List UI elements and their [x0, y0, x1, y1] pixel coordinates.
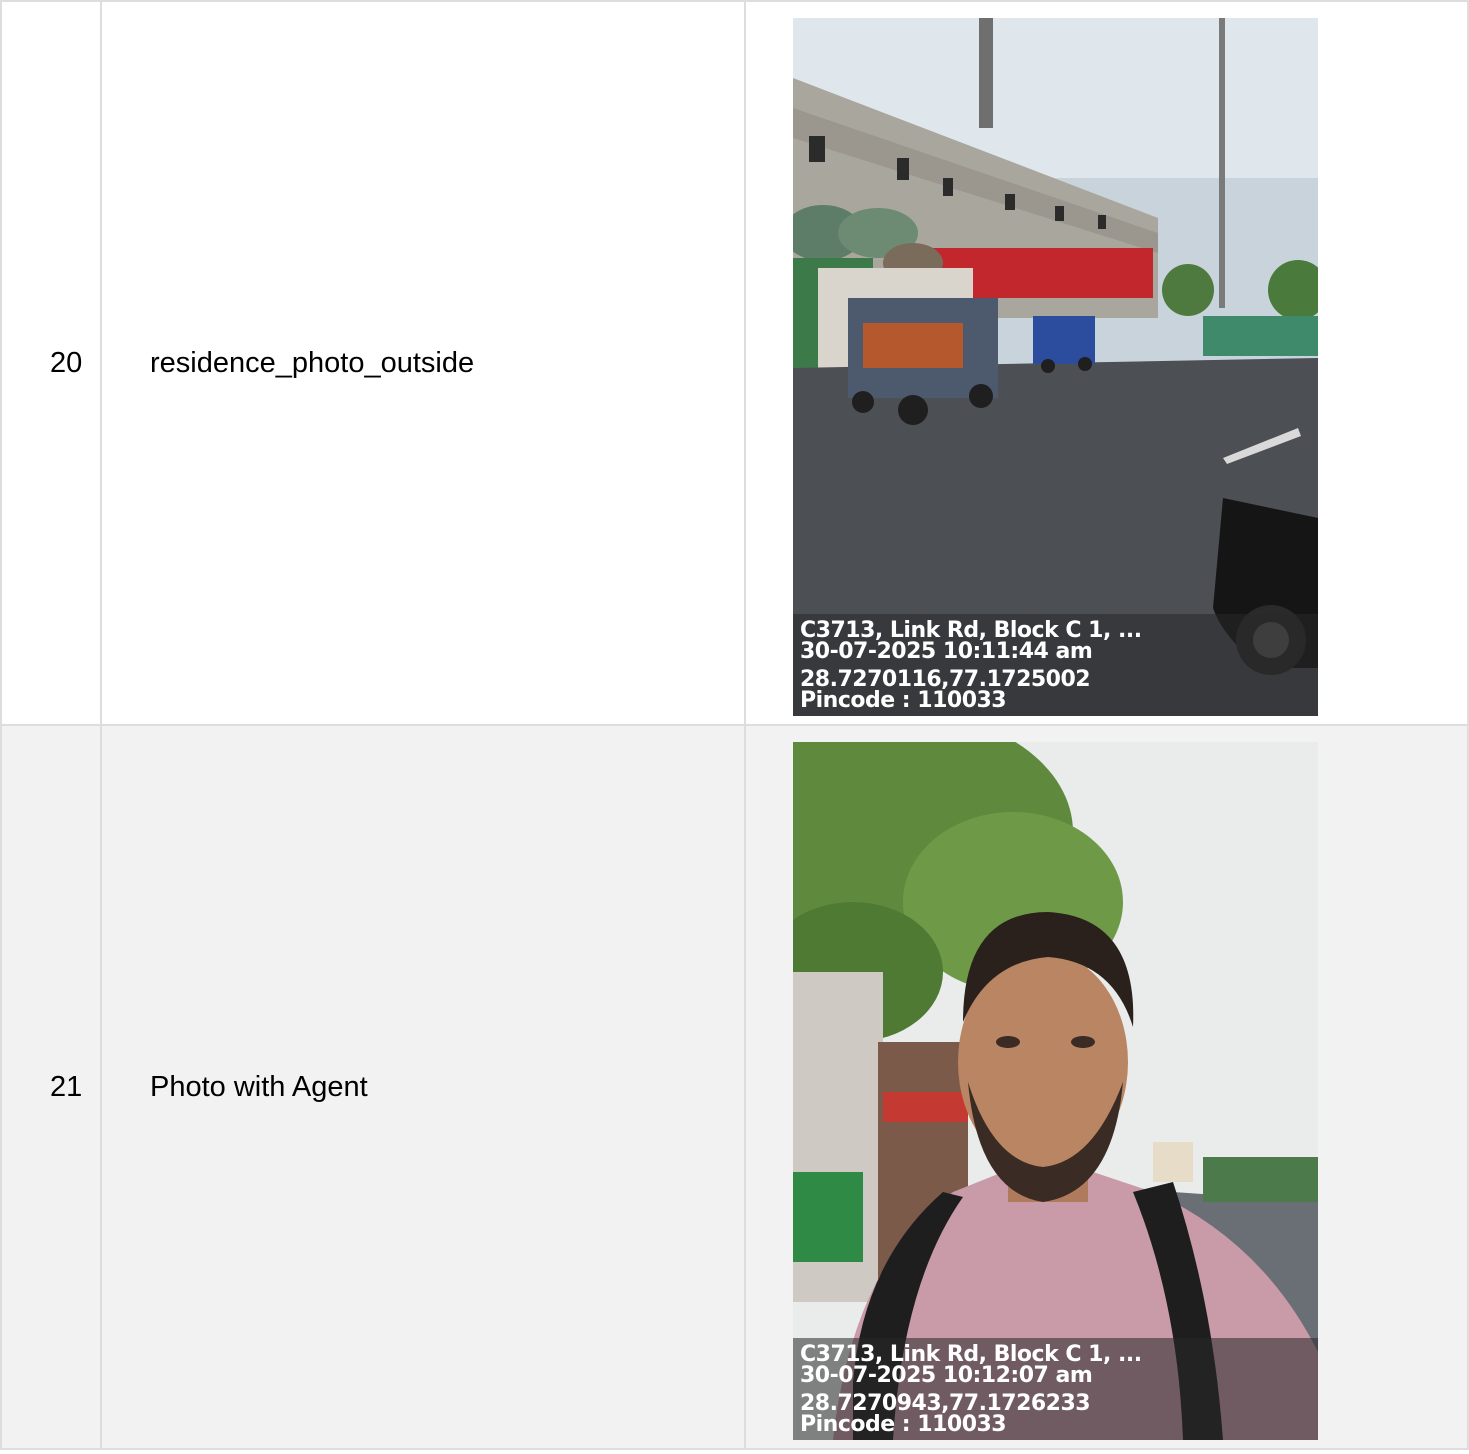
table-row: 21 Photo with Agent C3713, Link Rd, Bloc…: [0, 724, 1469, 1450]
photo-cell: C3713, Link Rd, Block C 1, ... 30-07-202…: [744, 0, 1469, 726]
stamp-address: C3713, Link Rd, Block C 1, ...: [800, 1342, 1142, 1367]
stamp-datetime: 30-07-2025 10:11:44 am: [800, 639, 1093, 664]
street-scene-image: [793, 18, 1318, 716]
document-table: 20 residence_photo_outside C3713, Link R…: [0, 0, 1469, 1450]
row-number: 21: [0, 724, 102, 1450]
row-number: 20: [0, 0, 102, 726]
stamp-address: C3713, Link Rd, Block C 1, ...: [800, 618, 1142, 643]
stamp-pincode: Pincode : 110033: [800, 1412, 1007, 1437]
stamp-datetime: 30-07-2025 10:12:07 am: [800, 1363, 1093, 1388]
stamp-coords: 28.7270943,77.1726233: [800, 1391, 1091, 1416]
residence-photo: C3713, Link Rd, Block C 1, ... 30-07-202…: [793, 18, 1318, 716]
photo-stamp: C3713, Link Rd, Block C 1, ... 30-07-202…: [793, 614, 1318, 716]
agent-photo: C3713, Link Rd, Block C 1, ... 30-07-202…: [793, 742, 1318, 1440]
stamp-pincode: Pincode : 110033: [800, 688, 1007, 713]
agent-selfie-image: [793, 742, 1318, 1440]
table-row: 20 residence_photo_outside C3713, Link R…: [0, 0, 1469, 726]
row-label: residence_photo_outside: [100, 0, 746, 726]
photo-cell: C3713, Link Rd, Block C 1, ... 30-07-202…: [744, 724, 1469, 1450]
row-label: Photo with Agent: [100, 724, 746, 1450]
photo-stamp: C3713, Link Rd, Block C 1, ... 30-07-202…: [793, 1338, 1318, 1440]
stamp-coords: 28.7270116,77.1725002: [800, 667, 1091, 692]
